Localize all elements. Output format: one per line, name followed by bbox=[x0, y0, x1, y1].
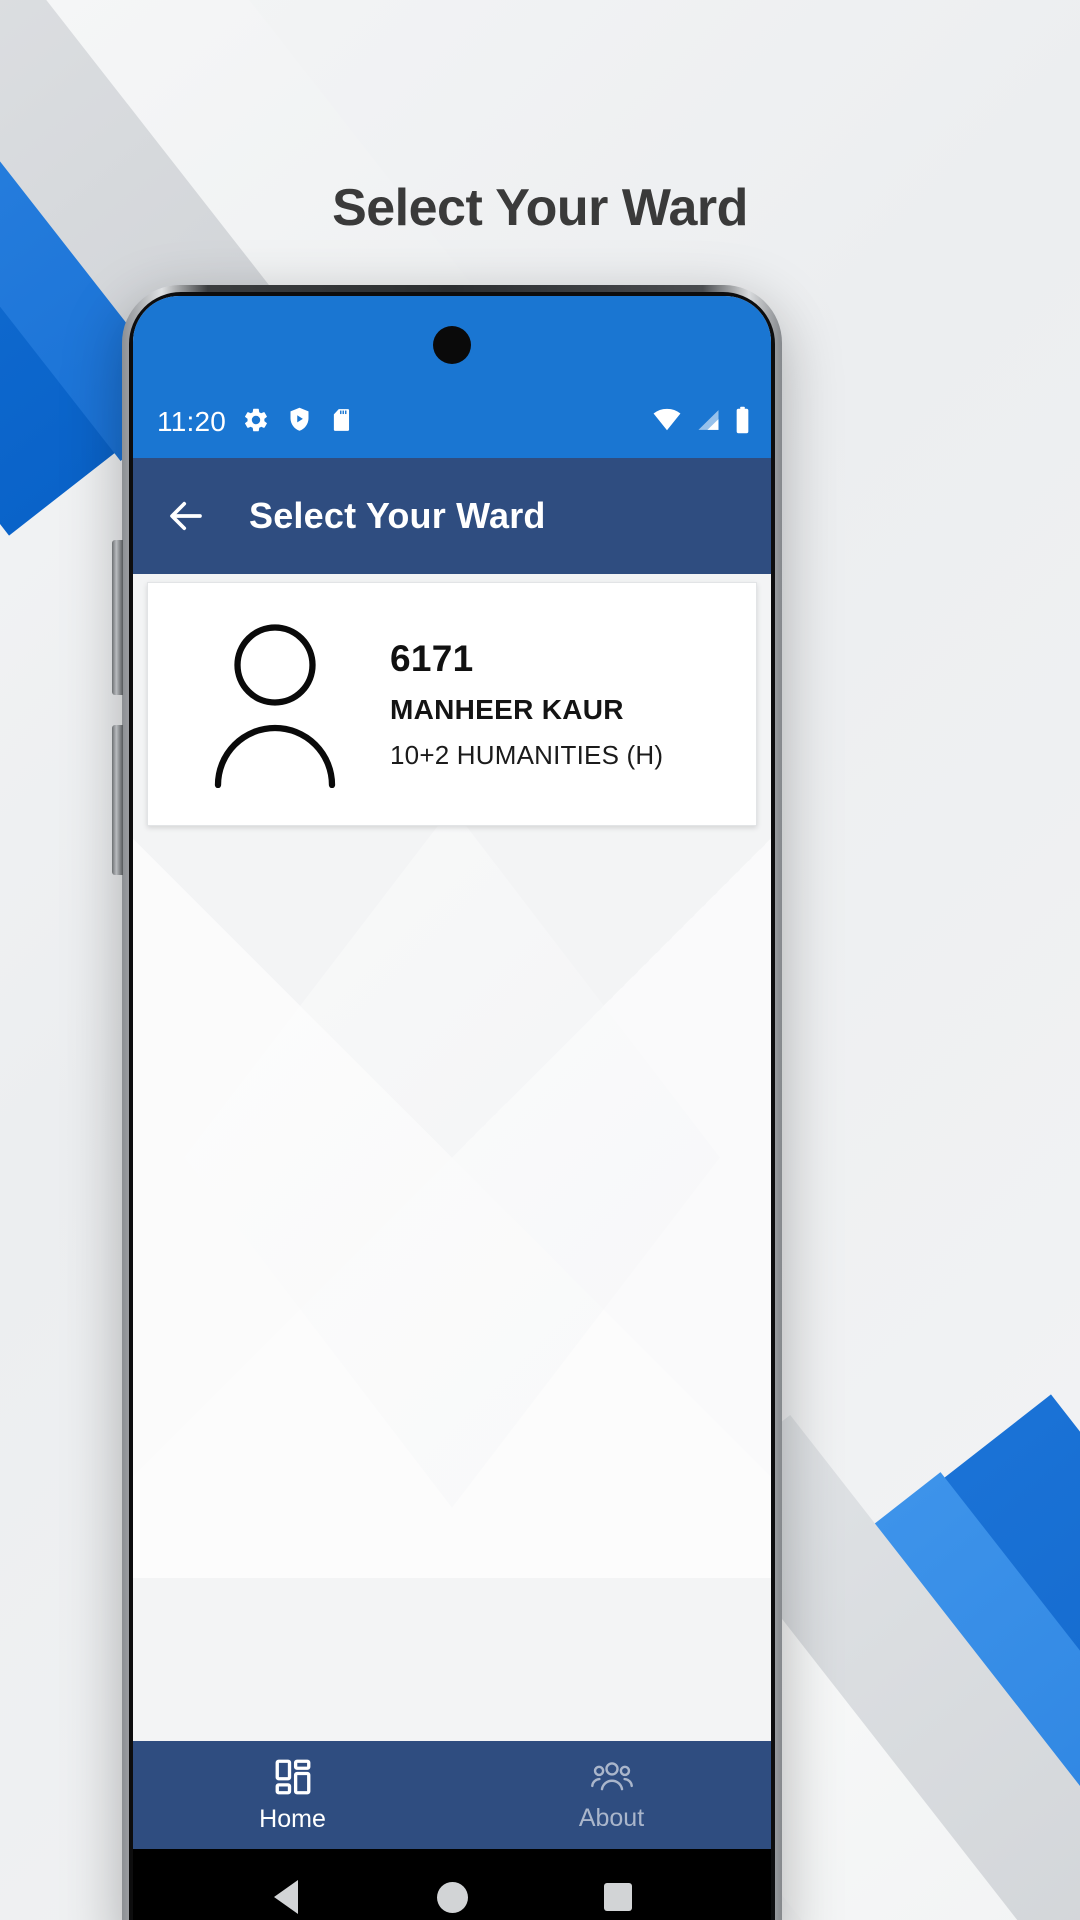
system-recents-button[interactable] bbox=[592, 1871, 644, 1920]
status-bar-row: 11:20 bbox=[133, 402, 771, 442]
arrow-left-icon bbox=[170, 501, 202, 531]
status-time: 11:20 bbox=[157, 406, 226, 437]
nav-item-home[interactable]: Home bbox=[133, 1741, 452, 1849]
sd-card-icon bbox=[329, 407, 355, 438]
phone-screen: 11:20 Select Your Ward 6171 MANHEER KAUR… bbox=[133, 296, 771, 1920]
dashboard-grid-icon bbox=[275, 1759, 310, 1795]
system-back-button[interactable] bbox=[260, 1871, 312, 1920]
nav-item-about[interactable]: About bbox=[452, 1741, 771, 1849]
ward-id: 6171 bbox=[390, 637, 474, 679]
nav-label-about: About bbox=[578, 1804, 645, 1832]
ward-info: 6171 MANHEER KAUR 10+2 HUMANITIES (H) bbox=[380, 638, 734, 771]
person-outline-icon bbox=[214, 624, 336, 788]
avatar bbox=[170, 620, 380, 788]
promo-canvas: Select Your Ward 11:20 Select Your Ward … bbox=[0, 0, 1080, 1920]
app-bar: Select Your Ward bbox=[133, 458, 771, 574]
back-button[interactable] bbox=[159, 489, 213, 543]
system-home-button[interactable] bbox=[426, 1871, 478, 1920]
people-group-icon bbox=[590, 1762, 633, 1791]
back-triangle-icon bbox=[274, 1880, 298, 1914]
content-area: 6171 MANHEER KAUR 10+2 HUMANITIES (H) bbox=[133, 574, 771, 1741]
ward-card[interactable]: 6171 MANHEER KAUR 10+2 HUMANITIES (H) bbox=[147, 582, 757, 826]
status-bar-left: 11:20 bbox=[157, 406, 355, 439]
app-bar-title: Select Your Ward bbox=[249, 495, 546, 536]
volume-button[interactable] bbox=[112, 540, 123, 695]
power-button[interactable] bbox=[112, 725, 123, 875]
camera-punch-hole bbox=[433, 326, 471, 364]
recents-square-icon bbox=[604, 1883, 632, 1911]
nav-label-home: Home bbox=[259, 1805, 326, 1833]
status-bar-right bbox=[652, 406, 751, 439]
home-circle-icon bbox=[436, 1881, 468, 1913]
gear-icon bbox=[242, 406, 270, 439]
battery-icon bbox=[734, 406, 751, 439]
phone-mockup: 11:20 Select Your Ward 6171 MANHEER KAUR… bbox=[112, 285, 782, 1920]
cellular-signal-icon bbox=[694, 408, 722, 437]
wifi-icon bbox=[652, 408, 682, 437]
system-navigation-bar bbox=[133, 1849, 771, 1920]
ward-name: MANHEER KAUR bbox=[390, 693, 624, 725]
shield-play-icon bbox=[286, 406, 313, 438]
status-bar: 11:20 bbox=[133, 296, 771, 458]
ward-class: 10+2 HUMANITIES (H) bbox=[390, 739, 664, 770]
bottom-navigation: Home About bbox=[133, 1741, 771, 1849]
promo-headline: Select Your Ward bbox=[332, 179, 748, 237]
